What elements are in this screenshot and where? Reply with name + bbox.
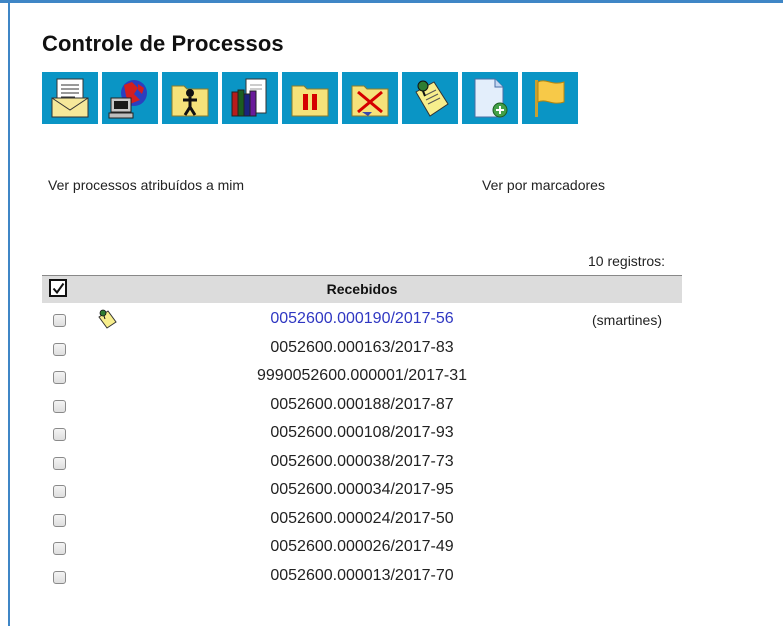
- left-border: [8, 3, 10, 626]
- process-number-link[interactable]: 0052600.000190/2017-56: [187, 310, 537, 328]
- records-count: 10 registros:: [588, 253, 666, 269]
- process-number-link[interactable]: 0052600.000026/2017-49: [187, 538, 537, 556]
- table-row: 0052600.000034/2017-95: [42, 479, 682, 507]
- toolbar: [42, 72, 578, 124]
- send-process-button[interactable]: [102, 72, 158, 124]
- process-number-link[interactable]: 0052600.000108/2017-93: [187, 424, 537, 442]
- row-checkbox[interactable]: [53, 399, 66, 413]
- table-header: Recebidos: [42, 275, 682, 303]
- conclude-process-button[interactable]: [342, 72, 398, 124]
- process-number-link[interactable]: 9990052600.000001/2017-31: [187, 367, 537, 385]
- table-row: 0052600.000013/2017-70: [42, 565, 682, 593]
- row-checkbox[interactable]: [53, 542, 66, 555]
- table-row: 0052600.000190/2017-56 (smartines): [42, 308, 682, 336]
- page-title: Controle de Processos: [42, 31, 284, 56]
- pause-folder-icon: [291, 85, 329, 117]
- assign-process-button[interactable]: [162, 72, 218, 124]
- row-checkbox[interactable]: [53, 456, 66, 470]
- process-number-link[interactable]: 0052600.000013/2017-70: [187, 567, 537, 585]
- table-row: 0052600.000163/2017-83: [42, 337, 682, 365]
- globe-computer-icon: [108, 80, 147, 119]
- row-checkbox[interactable]: [53, 371, 66, 384]
- table-row: 0052600.000024/2017-50: [42, 508, 682, 536]
- table-row: 0052600.000026/2017-49: [42, 536, 682, 564]
- row-checkbox[interactable]: [53, 428, 66, 441]
- new-document-button[interactable]: [42, 72, 98, 124]
- table-row: 0052600.000188/2017-87: [42, 394, 682, 422]
- annotations-button[interactable]: [402, 72, 458, 124]
- row-checkbox[interactable]: [53, 570, 66, 584]
- annotation-note-icon[interactable]: [95, 307, 119, 331]
- row-checkbox[interactable]: [53, 513, 66, 527]
- table-row: 0052600.000108/2017-93: [42, 422, 682, 450]
- envelope-document-icon: [51, 78, 89, 118]
- top-border: [0, 0, 783, 3]
- folder-cross-icon: [351, 85, 389, 117]
- process-number-link[interactable]: 0052600.000024/2017-50: [187, 510, 537, 528]
- books-document-icon: [231, 78, 267, 117]
- process-number-link[interactable]: 0052600.000163/2017-83: [187, 339, 537, 357]
- table-row: 9990052600.000001/2017-31: [42, 365, 682, 393]
- assigned-to-me-link[interactable]: Ver processos atribuídos a mim: [48, 177, 244, 193]
- table-header-label: Recebidos: [326, 281, 398, 297]
- table-row: 0052600.000038/2017-73: [42, 451, 682, 479]
- related-documents-button[interactable]: [222, 72, 278, 124]
- assigned-user: (smartines): [592, 312, 663, 328]
- marker-flag-button[interactable]: [522, 72, 578, 124]
- flag-icon: [535, 80, 565, 117]
- process-number-link[interactable]: 0052600.000034/2017-95: [187, 481, 537, 499]
- sticky-note-pin-icon: [415, 80, 449, 117]
- process-number-link[interactable]: 0052600.000188/2017-87: [187, 396, 537, 414]
- view-by-markers-link[interactable]: Ver por marcadores: [482, 177, 605, 193]
- new-document-icon: [474, 78, 508, 118]
- include-document-button[interactable]: [462, 72, 518, 124]
- suspend-process-button[interactable]: [282, 72, 338, 124]
- person-folder-icon: [171, 85, 209, 117]
- row-checkbox[interactable]: [53, 314, 66, 327]
- row-checkbox[interactable]: [53, 485, 66, 498]
- process-number-link[interactable]: 0052600.000038/2017-73: [187, 453, 537, 471]
- row-checkbox[interactable]: [53, 342, 66, 356]
